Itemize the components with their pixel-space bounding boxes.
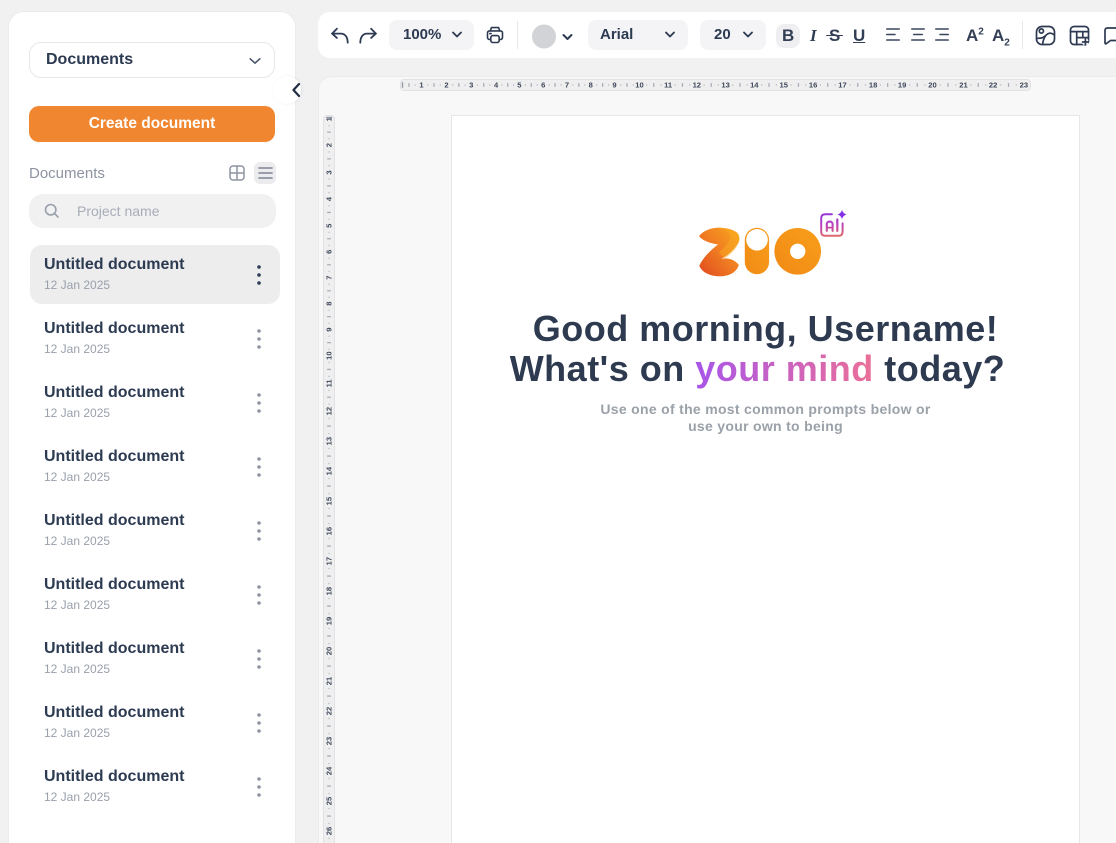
svg-text:23: 23 — [325, 737, 334, 745]
svg-text:15: 15 — [325, 496, 334, 505]
svg-text:18: 18 — [325, 587, 334, 595]
svg-text:20: 20 — [928, 81, 936, 90]
svg-text:9: 9 — [612, 81, 616, 90]
svg-text:13: 13 — [325, 437, 334, 445]
svg-text:11: 11 — [664, 81, 673, 90]
svg-text:6: 6 — [541, 81, 545, 90]
svg-text:9: 9 — [325, 327, 334, 331]
svg-text:25: 25 — [325, 796, 334, 805]
svg-text:17: 17 — [325, 557, 334, 565]
svg-text:11: 11 — [325, 379, 334, 388]
svg-text:12: 12 — [692, 81, 700, 90]
svg-text:17: 17 — [838, 81, 846, 90]
svg-text:16: 16 — [325, 527, 334, 535]
svg-text:19: 19 — [897, 81, 905, 90]
svg-text:14: 14 — [750, 81, 759, 90]
svg-text:13: 13 — [721, 81, 729, 90]
svg-text:22: 22 — [988, 81, 996, 90]
svg-text:7: 7 — [325, 276, 334, 280]
svg-text:7: 7 — [564, 81, 568, 90]
svg-text:8: 8 — [588, 81, 592, 90]
svg-text:18: 18 — [868, 81, 876, 90]
svg-text:24: 24 — [325, 766, 334, 775]
svg-text:19: 19 — [325, 617, 334, 625]
svg-text:22: 22 — [325, 707, 334, 715]
svg-text:21: 21 — [325, 676, 334, 685]
svg-text:3: 3 — [325, 170, 334, 174]
svg-text:26: 26 — [325, 827, 334, 835]
svg-text:2: 2 — [444, 81, 448, 90]
svg-text:21: 21 — [959, 81, 968, 90]
svg-text:12: 12 — [325, 407, 334, 415]
svg-text:23: 23 — [1019, 81, 1027, 90]
svg-text:2: 2 — [325, 143, 334, 147]
svg-text:6: 6 — [325, 250, 334, 254]
svg-text:14: 14 — [325, 466, 334, 475]
svg-text:16: 16 — [808, 81, 816, 90]
svg-text:10: 10 — [325, 351, 334, 359]
svg-text:3: 3 — [469, 81, 473, 90]
svg-text:15: 15 — [779, 81, 788, 90]
svg-text:8: 8 — [325, 302, 334, 306]
svg-text:10: 10 — [635, 81, 643, 90]
svg-text:20: 20 — [325, 647, 334, 655]
